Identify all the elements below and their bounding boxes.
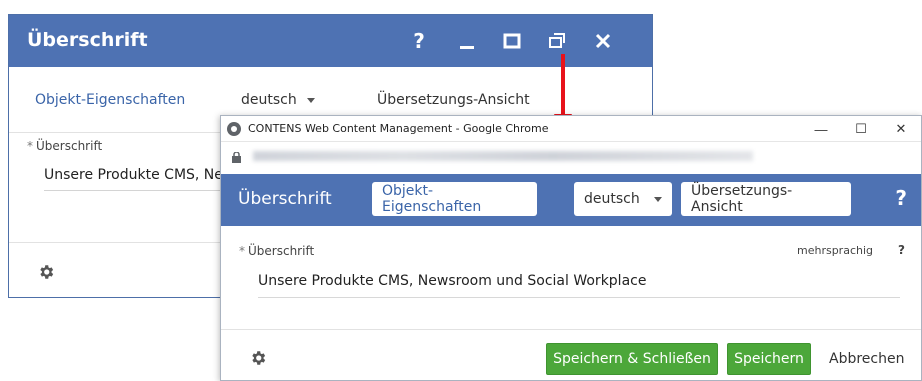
required-mark: * [239, 244, 245, 258]
maximize-icon[interactable] [497, 15, 527, 67]
chevron-down-icon [306, 97, 315, 103]
gear-icon[interactable] [249, 349, 267, 372]
field-label: * Überschrift [239, 244, 314, 258]
field-label: * Überschrift [27, 139, 102, 153]
blurred-url [253, 151, 753, 161]
close-icon[interactable] [588, 15, 618, 67]
window-maximize-button[interactable]: ☐ [841, 116, 881, 142]
browser-window-title: CONTENS Web Content Management - Google … [248, 122, 549, 135]
gear-icon[interactable] [37, 263, 55, 286]
heading-input[interactable]: Unsere Produkte CMS, Newsroom und Social… [258, 270, 900, 298]
help-icon[interactable]: ? [404, 15, 434, 67]
tab-uebersetzungs-ansicht[interactable]: Übersetzungs-Ansicht [681, 182, 851, 216]
field-help-icon[interactable]: ? [898, 243, 905, 257]
save-close-button[interactable]: Speichern & Schließen [546, 343, 718, 375]
window-minimize-button[interactable]: — [801, 116, 841, 142]
minimize-icon[interactable] [452, 15, 482, 67]
language-dropdown-label: deutsch [241, 92, 297, 108]
field-label-text: Überschrift [36, 139, 103, 153]
multilingual-label: mehrsprachig [796, 244, 873, 257]
chrome-logo-icon [227, 122, 241, 136]
browser-titlebar: CONTENS Web Content Management - Google … [221, 116, 921, 142]
window-close-button[interactable]: ✕ [881, 116, 921, 142]
chevron-down-icon [653, 196, 662, 202]
footer-divider [221, 329, 921, 330]
dialog-title: Überschrift [27, 29, 148, 51]
address-bar[interactable] [221, 142, 921, 170]
lock-icon [232, 150, 241, 168]
language-dropdown-label: deutsch [584, 191, 640, 207]
cancel-button[interactable]: Abbrechen [829, 343, 904, 375]
language-dropdown[interactable]: deutsch [574, 182, 672, 216]
language-dropdown[interactable]: deutsch [241, 92, 315, 108]
tab-uebersetzungs-ansicht[interactable]: Übersetzungs-Ansicht [377, 92, 530, 108]
tab-objekt-eigenschaften[interactable]: Objekt-Eigenschaften [372, 182, 537, 216]
help-icon[interactable]: ? [895, 186, 907, 210]
popup-title: Überschrift [238, 189, 332, 209]
popup-header: Überschrift Objekt-Eigenschaften deutsch… [221, 174, 921, 226]
heading-input[interactable]: Unsere Produkte CMS, Newsroom und Social… [44, 167, 244, 191]
save-button[interactable]: Speichern [727, 343, 811, 375]
field-label-text: Überschrift [248, 244, 315, 258]
chrome-popup-window: CONTENS Web Content Management - Google … [220, 115, 922, 381]
tab-objekt-eigenschaften[interactable]: Objekt-Eigenschaften [35, 92, 185, 108]
required-mark: * [27, 139, 33, 153]
